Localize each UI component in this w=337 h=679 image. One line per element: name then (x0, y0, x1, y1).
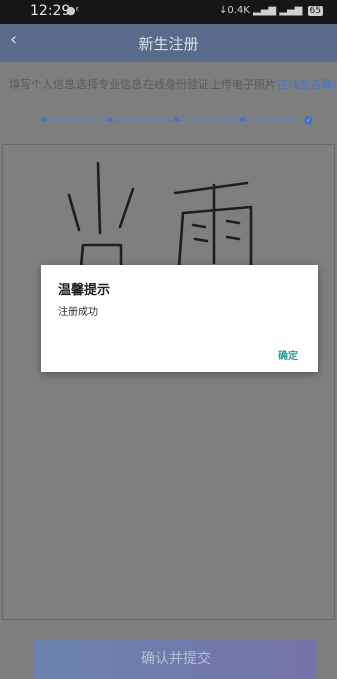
step-signature-confirm: 在线签名确认 (277, 78, 337, 91)
status-time: 12:29 (30, 3, 71, 19)
step-dot-3 (174, 117, 179, 122)
app-header: ‹ 新生注册 (0, 24, 337, 62)
page-title: 新生注册 (138, 35, 199, 53)
check-icon: ✓ (304, 116, 313, 125)
step-line (46, 120, 298, 121)
submit-button[interactable]: 确认并提交 (34, 639, 318, 679)
dialog-title: 温馨提示 (58, 283, 111, 298)
step-major-info: 选择专业信息 (76, 78, 142, 91)
notification-icons: ●ᵋ (66, 4, 80, 17)
confirm-button[interactable]: 确定 (278, 347, 298, 362)
success-dialog: 温馨提示 注册成功 确定 (41, 265, 318, 372)
step-photo-upload: 上传电子照片 (210, 78, 276, 91)
step-personal-info: 填写个人信息 (9, 78, 75, 91)
dialog-message: 注册成功 (58, 307, 98, 318)
battery-icon: 65 (307, 6, 323, 16)
step-identity-verify: 在线身份验证 (143, 78, 209, 91)
step-dot-4 (240, 117, 245, 122)
signature-drawing (67, 161, 253, 269)
signature-pad[interactable] (2, 144, 335, 620)
signal-icon-2: ▂▄▆ (279, 5, 303, 16)
signal-icon: ▂▄▆ (253, 5, 277, 16)
step-dot-1 (41, 117, 46, 122)
step-dot-2 (108, 117, 113, 122)
network-speed: ↓0.4K (218, 5, 250, 16)
step-progress: 填写个人信息 选择专业信息 在线身份验证 上传电子照片 在线签名确认 (0, 62, 337, 140)
status-right: ↓0.4K ▂▄▆ ▂▄▆ 65 (219, 5, 323, 16)
status-bar: 12:29 ●ᵋ ↓0.4K ▂▄▆ ▂▄▆ 65 (0, 0, 337, 24)
